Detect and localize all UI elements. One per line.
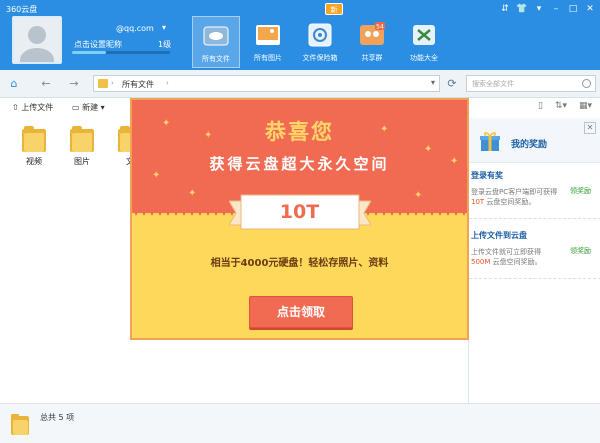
close-icon[interactable]: ✕ [584,122,596,134]
reward-amount: 10T [279,201,320,223]
new-folder-icon: ▭ [72,103,80,112]
tab-all-files[interactable]: 所有文件 [192,16,240,68]
photos-icon [256,25,280,45]
new-badge: 新 [325,3,343,15]
rewards-header: 我的奖励 ✕ [469,118,600,163]
folder-icon [70,126,94,152]
vault-icon [308,23,332,47]
path-separator-icon: › [111,79,114,87]
path-separator-icon: › [166,79,169,87]
upload-button[interactable]: ⇧ 上传文件 [12,102,53,113]
path-box[interactable]: › 所有文件 › ▾ [93,75,440,92]
minimize-icon[interactable]: – [550,3,562,15]
all-files-icon [203,26,229,46]
tab-all-features[interactable]: 功能大全 [400,16,448,68]
chevron-down-icon: ▾ [100,103,105,112]
search-icon[interactable] [582,79,591,88]
sync-icon[interactable]: ⇵ [499,3,511,15]
rewards-panel: 我的奖励 ✕ 登录有奖 登录云盘PC客户端即可获得 10T 云盘空间奖励。 领奖… [468,118,600,403]
back-icon[interactable]: ← [38,76,54,92]
level-progress-fill [72,51,107,54]
reward-desc: 登录云盘PC客户端即可获得 10T 云盘空间奖励。 [471,188,558,206]
forward-icon[interactable]: → [66,76,82,92]
user-silhouette-icon [14,18,60,62]
tab-file-vault[interactable]: 文件保险箱 [296,16,344,68]
app-title: 360云盘 [6,5,38,14]
share-group-icon: 54 [360,22,385,45]
popup-title: 恭喜您 [265,120,334,144]
reward-popup: ✦ ✦ ✦ ✦ ✦ ✦ ✦ ✦ 恭喜您 获得云盘超大永久空间 10T 相当于40… [130,98,469,340]
upload-label: 上传文件 [21,103,54,112]
header-bar: 360云盘 ⇵ 👕 ▾ – □ ✕ @qq.com ▾ 点击设置昵称 1级 新 … [0,0,600,70]
close-icon[interactable]: ✕ [584,3,596,15]
user-level: 1级 [158,40,172,49]
popup-description: 相当于4000元硬盘！轻松存照片、资料 [210,258,389,269]
status-bar: 总共 5 项 [0,403,600,443]
gift-icon [480,132,500,151]
grid-view-icon[interactable]: ▦▾ [579,101,592,111]
sort-icon[interactable]: ⇅▾ [555,101,567,111]
search-input[interactable]: 搜索全部文件 [466,75,596,92]
claim-button[interactable]: 点击领取 [249,296,353,328]
folder-item[interactable]: 视频 [14,126,54,167]
account-name: @qq.com [116,24,154,33]
skin-icon[interactable]: 👕 [516,3,528,15]
path-text: 所有文件 [122,80,154,89]
popup-subtitle: 获得云盘超大永久空间 [209,155,390,173]
reward-desc: 上传文件就可立即获得 500M 云盘空间奖励。 [471,248,542,266]
rewards-title: 我的奖励 [511,140,548,150]
divider [469,278,600,279]
avatar[interactable] [12,16,62,64]
claim-reward-link[interactable]: 领奖励 [570,186,591,196]
upload-icon: ⇧ [12,103,19,112]
folder-icon [22,126,46,152]
reward-title: 上传文件到云盘 [471,231,527,240]
menu-icon[interactable]: ▾ [533,3,545,15]
path-dropdown-icon[interactable]: ▾ [431,78,435,87]
folder-label: 图片 [74,157,90,166]
folder-label: 视频 [26,157,42,166]
sparkle-icon: ✦ [188,188,197,199]
tab-label: 所有图片 [254,54,282,62]
window-controls: ⇵ 👕 ▾ – □ ✕ [499,3,596,15]
claim-reward-link[interactable]: 领奖励 [570,246,591,256]
new-label: 新建 [82,103,99,112]
tab-label: 共享群 [361,54,383,62]
tab-label: 所有文件 [202,55,230,63]
panel-toggle-icon[interactable]: ▯ [538,101,543,111]
folder-icon [98,79,108,88]
home-icon[interactable]: ⌂ [6,76,22,92]
item-count: 总共 5 项 [40,413,75,422]
sparkle-icon: ✦ [414,190,423,201]
reward-title: 登录有奖 [471,171,503,180]
reward-item: 上传文件到云盘 上传文件就可立即获得 500M 云盘空间奖励。 领奖励 [469,230,600,267]
divider [469,218,600,219]
tab-label: 文件保险箱 [302,54,338,62]
new-button[interactable]: ▭ 新建 ▾ [72,102,105,113]
refresh-icon[interactable]: ⟳ [444,76,460,92]
address-bar: ⌂ ← → › 所有文件 › ▾ ⟳ 搜索全部文件 [0,70,600,98]
folder-icon [11,414,29,435]
reward-item: 登录有奖 登录云盘PC客户端即可获得 10T 云盘空间奖励。 领奖励 [469,170,600,207]
share-count: 54 [376,24,384,31]
level-progress-bar [72,51,170,54]
view-controls: ▯ ⇅▾ ▦▾ [538,101,592,111]
tab-share-group[interactable]: 54 共享群 [348,16,396,68]
tab-label: 功能大全 [410,54,438,62]
apps-icon [413,25,435,45]
tab-all-photos[interactable]: 所有图片 [244,16,292,68]
account-dropdown-icon[interactable]: ▾ [162,23,166,32]
search-placeholder: 搜索全部文件 [472,80,514,88]
maximize-icon[interactable]: □ [567,3,579,15]
set-nickname-link[interactable]: 点击设置昵称 [74,39,122,50]
folder-item[interactable]: 图片 [62,126,102,167]
